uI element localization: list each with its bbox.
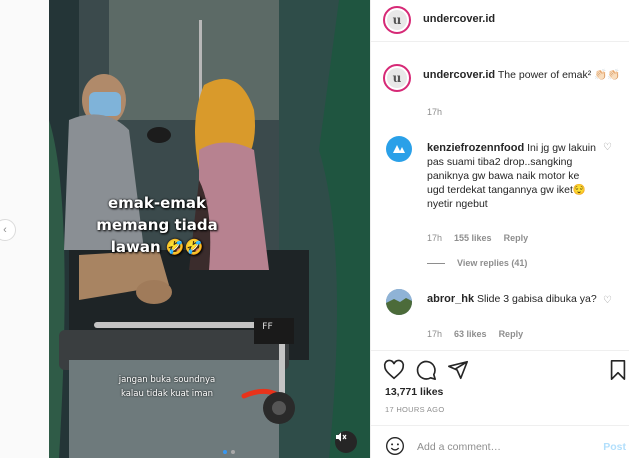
comment-time: 17h — [427, 329, 443, 339]
video-caption-line: lawan 🤣🤣 — [110, 238, 204, 256]
view-replies-label: View replies (41) — [457, 258, 528, 268]
undercover-logo-icon: u — [387, 68, 407, 88]
instagram-post-view: emak-emak memang tiada lawan 🤣🤣 jangan b… — [0, 0, 629, 458]
post-sidebar: u undercover.id u undercover.id The powe… — [370, 0, 629, 458]
comment-icon[interactable] — [415, 359, 437, 381]
comment-likes[interactable]: 155 likes — [454, 233, 492, 243]
plate-text: FF — [262, 322, 273, 332]
comment-composer: Add a comment… Post — [371, 425, 629, 458]
avatar[interactable] — [386, 136, 412, 162]
post-video[interactable]: emak-emak memang tiada lawan 🤣🤣 jangan b… — [49, 0, 370, 458]
brand-logo-icon — [393, 145, 405, 153]
post-comment-button[interactable]: Post — [603, 441, 626, 453]
carousel-dot-active — [223, 450, 227, 454]
video-subtitle: jangan buka soundnya kalau tidak kuat im… — [97, 373, 237, 401]
emoji-icon[interactable] — [385, 436, 405, 456]
post-timestamp: 17 HOURS AGO — [385, 405, 445, 414]
mute-button[interactable] — [335, 431, 357, 453]
caption-time: 17h — [427, 107, 443, 117]
video-subtitle-line: kalau tidak kuat iman — [120, 389, 214, 399]
comment-time: 17h — [427, 233, 443, 243]
reply-button[interactable]: Reply — [499, 329, 524, 339]
caption-meta: 17h — [427, 107, 442, 117]
video-caption: emak-emak memang tiada lawan 🤣🤣 — [77, 192, 237, 258]
heart-icon[interactable] — [383, 359, 405, 381]
post-header: u undercover.id — [371, 0, 629, 42]
share-icon[interactable] — [447, 359, 469, 381]
video-subtitle-line: jangan buka soundnya — [118, 375, 216, 385]
comment-text: Slide 3 gabisa dibuka ya? — [477, 293, 597, 305]
divider — [427, 262, 445, 264]
chevron-left-icon: ‹ — [3, 224, 7, 236]
landscape-icon — [386, 289, 412, 315]
caption-avatar[interactable]: u — [383, 64, 411, 92]
video-caption-line: memang tiada — [96, 216, 218, 234]
undercover-logo-icon: u — [387, 10, 407, 30]
view-replies-button[interactable]: View replies (41) — [427, 258, 527, 268]
video-caption-line: emak-emak — [107, 194, 207, 212]
post-caption: undercover.id The power of emak² 👏🏻👏🏻 — [423, 68, 621, 82]
avatar[interactable] — [386, 289, 412, 315]
heart-icon[interactable]: ♡ — [603, 142, 612, 153]
comment-input[interactable]: Add a comment… — [417, 441, 501, 453]
comment-likes[interactable]: 63 likes — [454, 329, 487, 339]
carousel-dot — [231, 450, 235, 454]
comment-meta: 17h 155 likes Reply — [427, 233, 528, 243]
like-count[interactable]: 13,771 likes — [385, 386, 443, 398]
heart-icon[interactable]: ♡ — [603, 295, 612, 306]
previous-button[interactable]: ‹ — [0, 219, 16, 241]
comment-meta: 17h 63 likes Reply — [427, 329, 523, 339]
comment-author[interactable]: kenziefrozennfood — [427, 142, 524, 154]
reply-button[interactable]: Reply — [504, 233, 529, 243]
comment-body: kenziefrozennfood Ini jg gw lakuin pas s… — [427, 141, 599, 211]
avatar[interactable]: u — [383, 6, 411, 34]
speaker-muted-icon — [336, 432, 347, 442]
bookmark-icon[interactable] — [607, 359, 629, 381]
caption-text: The power of emak² 👏🏻👏🏻 — [497, 69, 621, 81]
comment-body: abror_hk Slide 3 gabisa dibuka ya? — [427, 292, 599, 306]
post-author[interactable]: undercover.id — [423, 13, 495, 25]
carousel-indicator — [223, 450, 235, 454]
comment-author[interactable]: abror_hk — [427, 293, 474, 305]
caption-author[interactable]: undercover.id — [423, 69, 495, 81]
